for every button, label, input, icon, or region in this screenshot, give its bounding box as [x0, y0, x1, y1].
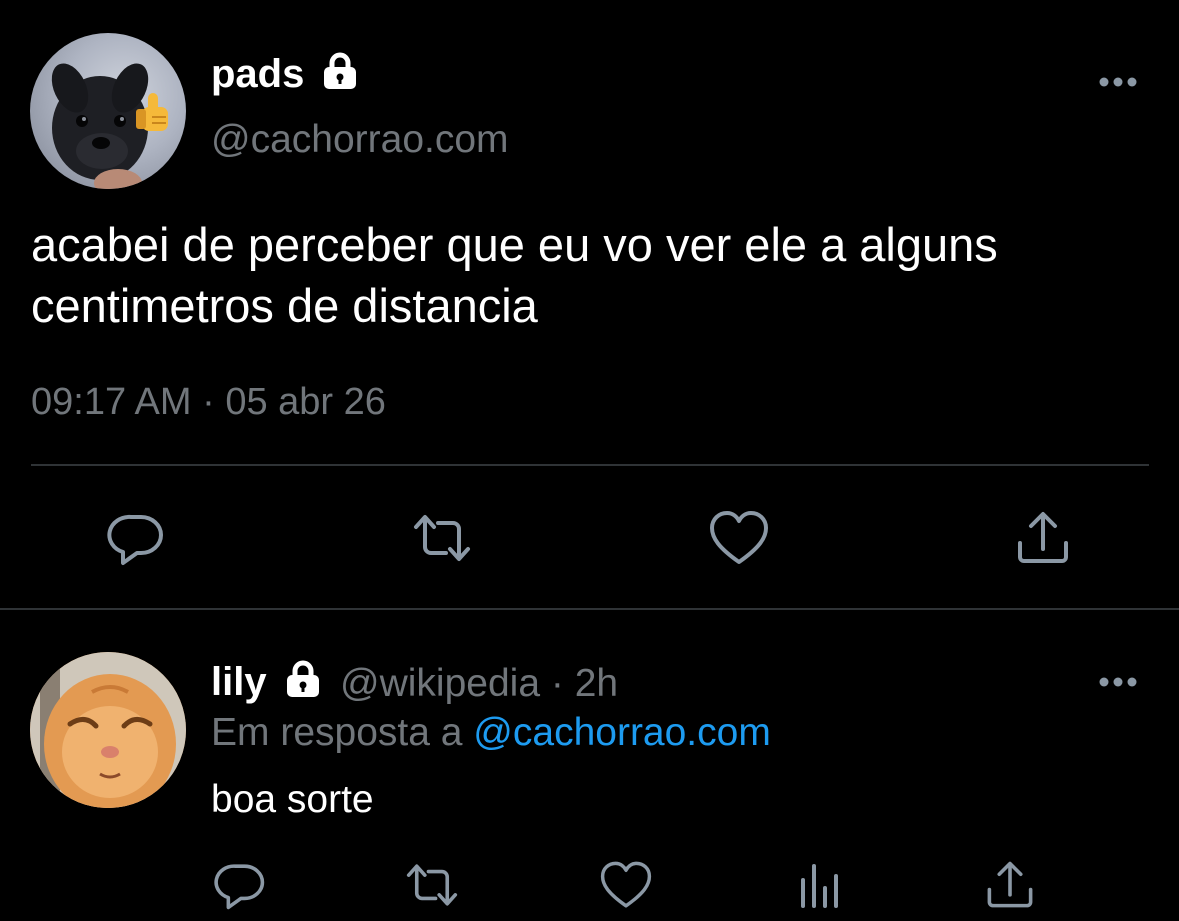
lock-icon	[287, 660, 319, 697]
reply-meta: @wikipedia · 2h	[340, 662, 618, 706]
like-button[interactable]	[596, 855, 656, 915]
divider	[31, 464, 1149, 466]
reply-icon	[214, 864, 265, 910]
separator: ·	[202, 381, 215, 423]
avatar[interactable]	[30, 33, 186, 189]
like-icon	[600, 861, 652, 908]
share-icon	[987, 861, 1033, 908]
tweet-date: 05 abr 26	[225, 381, 386, 423]
more-dots-icon[interactable]	[1098, 76, 1138, 88]
user-handle[interactable]: @cachorrao.com	[211, 118, 509, 162]
retweet-button[interactable]	[402, 855, 462, 915]
tweet-text: boa sorte	[211, 778, 374, 821]
divider	[0, 608, 1179, 610]
tweet-timestamp[interactable]: 09:17 AM · 05 abr 26	[31, 381, 386, 424]
tweet-text: acabei de perceber que eu vo ver ele a a…	[31, 218, 998, 332]
share-icon	[1018, 512, 1068, 563]
reply-button[interactable]	[106, 508, 166, 568]
analytics-icon	[801, 864, 838, 908]
reply-button[interactable]	[210, 855, 270, 915]
in-reply-label: Em resposta a	[211, 711, 463, 754]
mention-link[interactable]: @cachorrao.com	[473, 711, 771, 754]
like-icon	[710, 511, 768, 564]
retweet-icon	[406, 864, 458, 906]
in-reply-to: Em resposta a @cachorrao.com	[211, 711, 771, 755]
avatar[interactable]	[30, 652, 186, 808]
kitten-avatar-image	[30, 652, 186, 808]
tweet-time: 09:17 AM	[31, 381, 192, 423]
display-name[interactable]: lily	[211, 660, 267, 705]
tweet-age[interactable]: 2h	[575, 662, 618, 705]
display-name[interactable]: pads	[211, 52, 304, 97]
separator: ·	[550, 662, 564, 705]
analytics-button[interactable]	[789, 855, 849, 915]
more-dots-icon[interactable]	[1098, 676, 1138, 688]
reply-icon	[107, 514, 163, 565]
puppy-avatar-image	[51, 63, 168, 189]
retweet-icon	[414, 515, 470, 561]
lock-icon	[324, 52, 356, 89]
retweet-button[interactable]	[412, 508, 472, 568]
share-button[interactable]	[1013, 508, 1073, 568]
like-button[interactable]	[709, 508, 769, 568]
share-button[interactable]	[980, 855, 1040, 915]
user-handle[interactable]: @wikipedia	[340, 662, 540, 705]
tweet-thread: pads @cachorrao.com acabei de perceber q…	[0, 0, 1179, 921]
